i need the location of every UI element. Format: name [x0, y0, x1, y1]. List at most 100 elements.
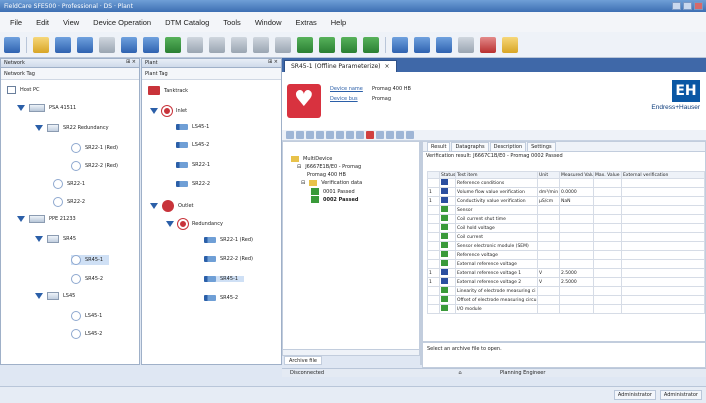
expand-icon[interactable]: ⊟ [297, 164, 301, 170]
print-icon[interactable] [99, 36, 115, 53]
plant-tag-column[interactable]: Plant Tag [142, 68, 281, 80]
list-icon[interactable] [414, 36, 430, 53]
connect-disabled-icon[interactable] [209, 36, 225, 53]
menu-tools[interactable]: Tools [223, 18, 241, 27]
tree-item-sr22-2-red[interactable]: SR22-2 (Red) [71, 161, 118, 171]
open-folder-icon[interactable] [33, 36, 49, 53]
tree-item-sr45-2-plant[interactable]: SR45-2 [204, 295, 238, 301]
tree-item-ls45-1[interactable]: LS45-1 [71, 311, 102, 321]
column-header[interactable]: Test item [455, 170, 538, 180]
expand-icon[interactable] [150, 203, 158, 209]
menu-window[interactable]: Window [255, 18, 282, 27]
device-name-link[interactable]: Device name [330, 84, 372, 94]
column-header[interactable]: Status [439, 170, 456, 180]
device-bus-link[interactable]: Device bus [330, 94, 372, 104]
offline-parameterize-icon[interactable] [319, 36, 335, 53]
grid-icon[interactable] [296, 131, 304, 139]
tree-item-ls45-2[interactable]: LS45-2 [71, 329, 102, 339]
table-icon[interactable] [306, 131, 314, 139]
tree-item-ppe[interactable]: PPE 21233 [17, 215, 76, 223]
tree-item-tanktrack[interactable]: Tanktrack [148, 86, 188, 95]
table-row[interactable]: Offset of electrode measuring circu [427, 295, 705, 306]
tree-item-ls45[interactable]: LS45 [35, 292, 75, 300]
filter-icon[interactable] [436, 36, 452, 53]
edit-icon[interactable] [458, 36, 474, 53]
menu-file[interactable]: File [10, 18, 22, 27]
device-icon[interactable] [187, 36, 203, 53]
device-download-icon[interactable] [363, 36, 379, 53]
layout-icon[interactable] [121, 36, 137, 53]
tab-result[interactable]: Result [427, 142, 451, 151]
tree-item-sr45-1-plant[interactable]: SR45-1 [204, 276, 244, 282]
refresh-icon[interactable] [286, 131, 294, 139]
menu-dtm-catalog[interactable]: DTM Catalog [165, 18, 209, 27]
table-row[interactable]: Coil current shut time [427, 214, 705, 225]
tab-settings[interactable]: Settings [527, 142, 556, 151]
expand-icon[interactable] [35, 293, 43, 299]
tree-item-outlet[interactable]: Outlet [150, 200, 194, 212]
panel-pin-close-icon[interactable]: ⊞ × [268, 59, 278, 65]
new-project-icon[interactable] [4, 36, 20, 53]
menu-view[interactable]: View [63, 18, 79, 27]
tree-item-sr45[interactable]: SR45 [35, 235, 76, 243]
tree-item-0001[interactable]: 0001 Passed [311, 188, 355, 195]
tree-item-redundancy[interactable]: Redundancy [166, 219, 223, 229]
hardware-icon[interactable] [143, 36, 159, 53]
tree-item-multidevice[interactable]: MultiDevice [291, 156, 332, 162]
star-icon[interactable] [502, 36, 518, 53]
table-row[interactable]: Coil current [427, 232, 705, 243]
network-tag-column[interactable]: Network Tag [1, 68, 139, 80]
save-icon[interactable] [336, 131, 344, 139]
tree-item-sr22-1-red-plant[interactable]: SR22-1 (Red) [204, 237, 253, 243]
menu-extras[interactable]: Extras [296, 18, 317, 27]
menu-help[interactable]: Help [331, 18, 346, 27]
table-row[interactable]: 1 External reference voltage 1 V 2.5000 [427, 268, 705, 279]
horizontal-scrollbar[interactable] [283, 349, 419, 355]
table-row[interactable]: I/O module [427, 304, 705, 315]
column-header[interactable]: Max. Value [593, 170, 622, 180]
online-parameterize-icon[interactable] [297, 36, 313, 53]
expand-icon[interactable] [17, 216, 25, 222]
expand-icon[interactable] [35, 236, 43, 242]
tree-item-ls45-1-plant[interactable]: LS45-1 [176, 124, 209, 130]
expand-icon[interactable] [150, 108, 158, 114]
tree-item-sr22-2[interactable]: SR22-2 [53, 197, 85, 207]
table-row[interactable]: Coil hold voltage [427, 223, 705, 234]
tree-item-sr22-2-red-plant[interactable]: SR22-2 (Red) [204, 256, 253, 262]
save-icon[interactable] [55, 36, 71, 53]
tree-item-host-pc[interactable]: Host PC [7, 86, 39, 94]
tree-item-device-serial[interactable]: ⊟ J6667E1B/E0 - Promag [297, 164, 361, 170]
upload-disabled-icon[interactable] [253, 36, 269, 53]
tree-item-sr22-1[interactable]: SR22-1 [53, 179, 85, 189]
search-icon[interactable] [386, 131, 394, 139]
tree-item-sr22-1-red[interactable]: SR22-1 (Red) [71, 143, 118, 153]
delete-icon[interactable] [480, 36, 496, 53]
export-icon[interactable] [356, 131, 364, 139]
expand-icon[interactable] [17, 105, 25, 111]
tree-item-verification-data[interactable]: ⊟ Verification data [301, 180, 362, 186]
table-row[interactable]: Reference voltage [427, 250, 705, 261]
table-row[interactable]: 1 Conductivity value verification µS/cm NaN [427, 196, 705, 207]
archive-file-tab[interactable]: Archive file [284, 356, 322, 365]
disconnect-disabled-icon[interactable] [231, 36, 247, 53]
save-as-icon[interactable] [77, 36, 93, 53]
info-icon[interactable] [406, 131, 414, 139]
expand-icon[interactable] [166, 221, 174, 227]
compare-icon[interactable] [376, 131, 384, 139]
column-header[interactable]: Unit [537, 170, 560, 180]
device-upload-icon[interactable] [341, 36, 357, 53]
folder-icon[interactable] [326, 131, 334, 139]
table-row[interactable]: 1 External reference voltage 2 V 2.5000 [427, 277, 705, 288]
minimize-button[interactable] [672, 2, 681, 10]
tree-item-sr22-redundancy[interactable]: SR22 Redundancy [35, 124, 109, 132]
expand-icon[interactable]: ⊟ [301, 180, 305, 186]
scan-network-icon[interactable] [165, 36, 181, 53]
delete-icon[interactable] [366, 131, 374, 139]
menu-edit[interactable]: Edit [36, 18, 49, 27]
tab-description[interactable]: Description [489, 142, 527, 151]
tab-datagraphs[interactable]: Datagraphs [451, 142, 489, 151]
expand-icon[interactable] [35, 125, 43, 131]
close-window-button[interactable] [694, 2, 703, 10]
tree-item-sr45-1[interactable]: SR45-1 [71, 255, 109, 265]
download-disabled-icon[interactable] [275, 36, 291, 53]
